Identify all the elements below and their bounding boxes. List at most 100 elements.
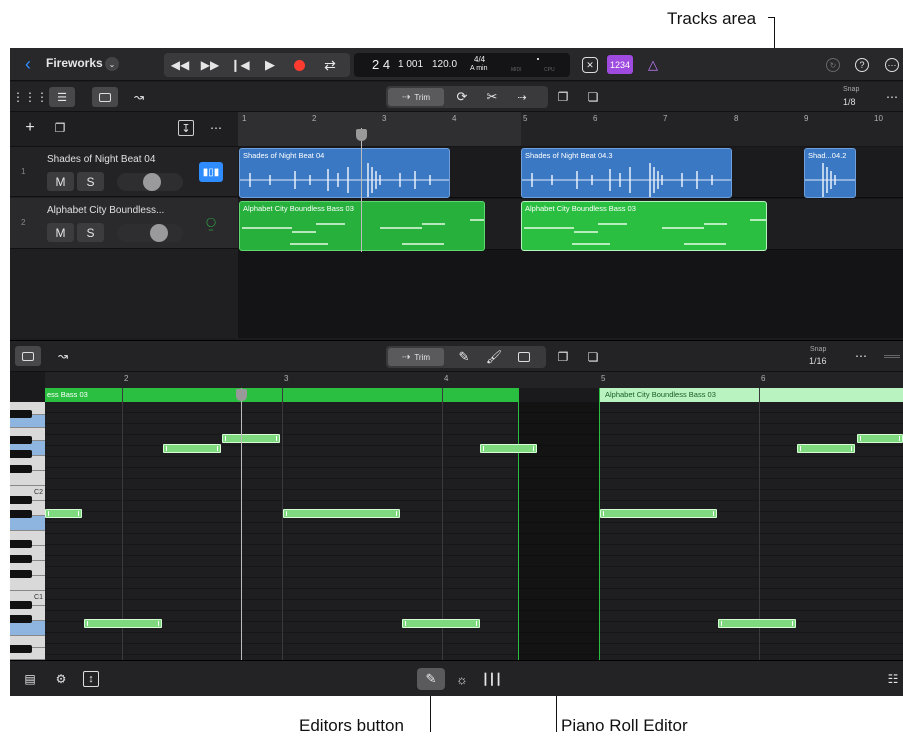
record-icon[interactable] [292, 58, 306, 72]
track-header-1[interactable]: 1 Shades of Night Beat 04 M S ▮▯▮ [10, 146, 238, 197]
midi-note[interactable] [797, 444, 855, 453]
audio-region[interactable]: Shad...04.2 [804, 148, 856, 198]
tracks-ruler[interactable]: 1 2 3 4 5 6 7 8 9 10 [238, 112, 903, 146]
quick-help-icon[interactable]: ↻ [826, 58, 840, 72]
copy-icon[interactable]: ❐ [553, 88, 573, 106]
black-key[interactable] [10, 540, 32, 548]
cycle-area[interactable] [238, 112, 521, 146]
empty-track-area[interactable] [238, 251, 903, 338]
tracks-view-icon[interactable]: ☰ [49, 87, 75, 107]
help-icon[interactable]: ? [855, 58, 869, 72]
copy-icon[interactable]: ❐ [553, 348, 573, 366]
black-key[interactable] [10, 555, 32, 563]
tracks-more-icon[interactable]: ⋯ [884, 89, 900, 105]
playhead[interactable] [361, 128, 362, 252]
playhead-handle[interactable] [356, 129, 367, 141]
tuner-icon[interactable]: ✕ [582, 57, 598, 73]
midi-note[interactable] [402, 619, 480, 628]
region-inspector-icon[interactable] [15, 346, 41, 366]
add-track-icon[interactable]: + [22, 119, 38, 136]
midi-note[interactable] [163, 444, 221, 453]
tracks-area[interactable]: 1 2 3 4 5 6 7 8 9 10 Shades of Night Bea… [238, 112, 903, 338]
metronome-icon[interactable]: △ [642, 55, 664, 74]
midi-note[interactable] [84, 619, 162, 628]
mixer-icon[interactable]: ┃┃┃ [482, 670, 502, 688]
smart-controls-icon[interactable]: ☼ [452, 670, 472, 688]
project-menu-chevron-icon[interactable]: ⌄ [105, 57, 119, 71]
volume-slider[interactable] [117, 173, 183, 191]
edit-view-icon[interactable]: ↕ [83, 671, 99, 687]
trim-tool-button[interactable]: ⇢ Trim [388, 88, 444, 106]
project-name[interactable]: Fireworks [46, 56, 103, 70]
midi-note[interactable] [45, 509, 82, 518]
velocity-tool-icon[interactable] [514, 348, 534, 366]
rewind-icon[interactable]: ◀◀ [170, 56, 190, 74]
paste-icon[interactable]: ❏ [583, 348, 603, 366]
black-key[interactable] [10, 450, 32, 458]
back-chevron-icon[interactable]: ‹ [18, 54, 38, 74]
white-key-highlighted[interactable] [10, 516, 45, 531]
volume-slider[interactable] [117, 224, 183, 242]
import-icon[interactable]: ↧ [178, 120, 194, 136]
snap-value[interactable]: 1/16 [809, 356, 827, 366]
solo-button[interactable]: S [77, 223, 104, 242]
inspector-icon[interactable]: ⚙ [53, 671, 69, 687]
black-key[interactable] [10, 570, 32, 578]
solo-button[interactable]: S [77, 172, 104, 191]
snap-value[interactable]: 1/8 [843, 97, 856, 107]
brush-tool-icon[interactable]: 🖌 [484, 348, 504, 366]
playhead-handle[interactable] [236, 389, 247, 401]
white-key[interactable] [10, 576, 45, 591]
piano-roll-more-icon[interactable]: ⋯ [853, 348, 869, 364]
track-header-2[interactable]: 2 Alphabet City Boundless... M S ⍜ [10, 198, 238, 249]
midi-note[interactable] [718, 619, 796, 628]
lcd-display[interactable]: 2 4 1 001 120.0 4/4 A min MIDI CPU [354, 53, 570, 77]
grid-view-icon[interactable]: ⋮⋮⋮ [12, 89, 48, 105]
piano-roll-editor[interactable]: 2 3 4 5 6 ess Bass 03 Alphabet City Boun… [10, 372, 903, 660]
black-key[interactable] [10, 510, 32, 518]
mute-button[interactable]: M [47, 172, 74, 191]
scissors-tool-icon[interactable]: ✂ [482, 88, 502, 106]
mute-button[interactable]: M [47, 223, 74, 242]
automation-icon[interactable]: ↝ [52, 346, 74, 366]
volume-knob[interactable] [150, 224, 168, 242]
trim-tool-button[interactable]: ⇢ Trim [388, 348, 444, 366]
white-key[interactable] [10, 471, 45, 486]
black-key[interactable] [10, 436, 32, 444]
black-key[interactable] [10, 645, 32, 653]
browsers-icon[interactable]: ▤ [22, 671, 38, 687]
midi-note[interactable] [857, 434, 903, 443]
region-view-icon[interactable] [92, 87, 118, 107]
piano-roll-ruler[interactable] [45, 372, 903, 388]
black-key[interactable] [10, 410, 32, 418]
midi-note[interactable] [283, 509, 400, 518]
black-key[interactable] [10, 496, 32, 504]
piano-roll-region-header-selected[interactable]: Alphabet City Boundless Bass 03 [600, 388, 903, 402]
editors-button[interactable]: ✎ [417, 668, 445, 690]
midi-note[interactable] [600, 509, 717, 518]
play-icon[interactable]: ▶ [260, 56, 280, 74]
midi-region[interactable]: Alphabet City Boundless Bass 03 [239, 201, 485, 251]
fast-forward-icon[interactable]: ▶▶ [200, 56, 220, 74]
track-headers-more-icon[interactable]: ⋯ [208, 120, 224, 136]
audio-region[interactable]: Shades of Night Beat 04 [239, 148, 450, 198]
automation-icon[interactable]: ↝ [128, 87, 150, 107]
black-key[interactable] [10, 465, 32, 473]
count-in-button[interactable]: 1234 [607, 55, 633, 74]
midi-region-selected[interactable]: Alphabet City Boundless Bass 03 [521, 201, 767, 251]
more-options-icon[interactable]: ⋯ [885, 58, 899, 72]
resize-handle[interactable] [884, 355, 900, 358]
midi-note[interactable] [222, 434, 280, 443]
pencil-tool-icon[interactable]: ✎ [454, 348, 474, 366]
volume-knob[interactable] [143, 173, 161, 191]
join-tool-icon[interactable]: ⇢ [512, 88, 532, 106]
paste-icon[interactable]: ❏ [583, 88, 603, 106]
keyboard-icon[interactable]: ☷ [884, 670, 902, 688]
white-key-highlighted[interactable] [10, 621, 45, 636]
loop-tool-icon[interactable]: ⟳ [452, 88, 472, 106]
playhead[interactable] [241, 388, 242, 660]
go-to-start-icon[interactable]: ❙◀ [230, 56, 250, 74]
midi-note[interactable] [480, 444, 537, 453]
piano-keyboard[interactable]: C2 C1 [10, 402, 45, 660]
cycle-icon[interactable]: ⇄ [320, 56, 340, 74]
